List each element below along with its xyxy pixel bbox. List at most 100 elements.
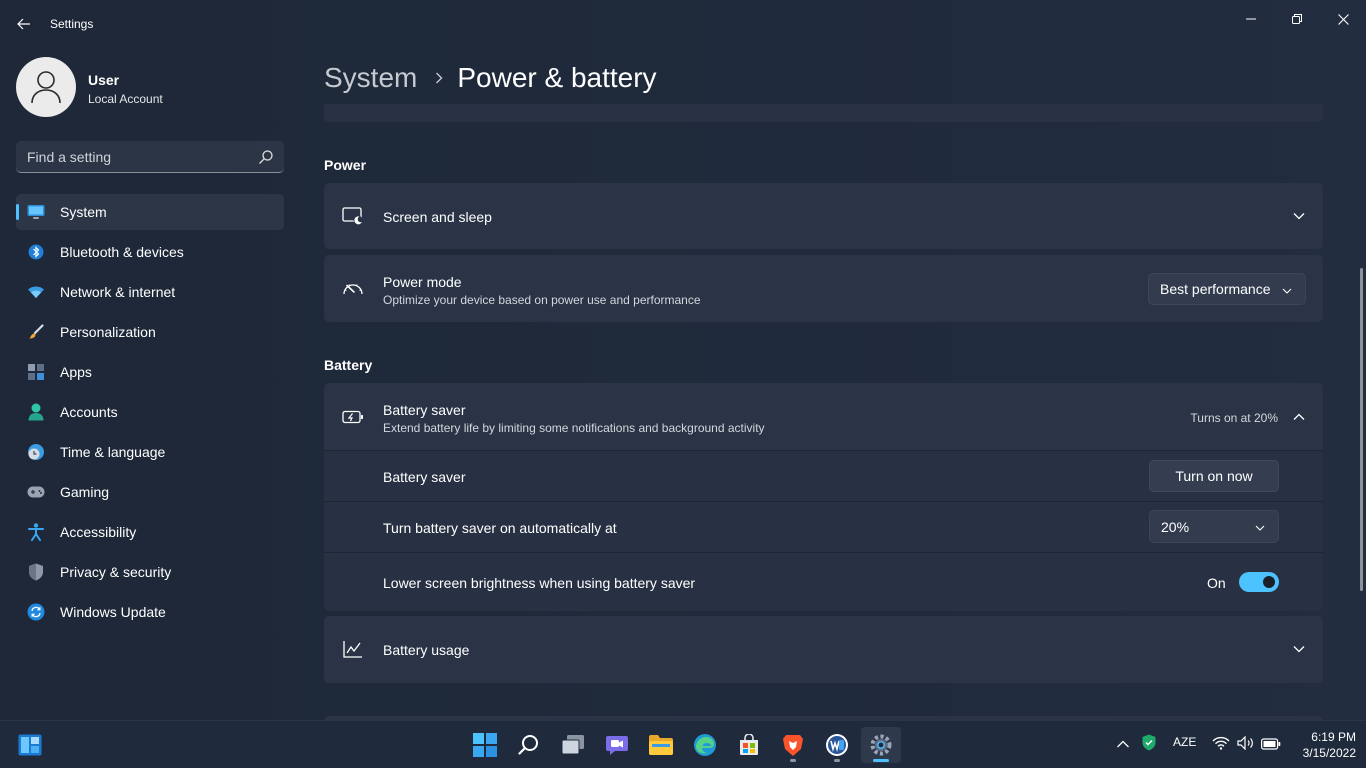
show-hidden-icons-button[interactable] [1116,736,1134,754]
battery-icon [1261,738,1281,750]
card-title: Power mode [383,274,462,290]
card-title: Screen and sleep [383,209,492,225]
chevron-down-icon [1255,525,1265,531]
security-shield-icon [1142,734,1156,751]
chevron-up-icon [1291,409,1307,425]
search-box[interactable] [16,141,284,173]
search-icon [259,150,273,164]
running-indicator [790,759,796,762]
row-label: Turn battery saver on automatically at [383,520,617,536]
power-mode-dropdown[interactable]: Best performance [1148,273,1306,305]
minimize-button[interactable] [1228,4,1274,34]
start-button[interactable] [465,727,505,763]
chevron-down-icon [1282,288,1292,294]
task-view-button[interactable] [553,727,593,763]
breadcrumb-parent-link[interactable]: System [324,62,417,94]
chevron-up-icon [1117,740,1129,748]
screen-sleep-icon [342,205,364,227]
app-title: Settings [50,17,94,31]
store-button[interactable] [729,727,769,763]
brave-icon [783,735,803,756]
file-explorer-button[interactable] [641,727,681,763]
sidebar-item-accessibility[interactable]: Accessibility [16,514,284,550]
wifi-icon [27,283,45,301]
battery-usage-card[interactable]: Battery usage [324,616,1323,683]
chat-button[interactable] [597,727,637,763]
sidebar-item-network[interactable]: Network & internet [16,274,284,310]
content-scroll-area[interactable]: Power Screen and sleep Power mode Optimi… [324,104,1324,720]
input-language[interactable]: AZE [1173,735,1196,749]
close-button[interactable] [1320,4,1366,34]
sidebar-item-system[interactable]: System [16,194,284,230]
bluetooth-icon [27,243,45,261]
monitor-icon [27,203,45,221]
defender-tray-button[interactable] [1142,734,1158,752]
brave-button[interactable] [773,727,813,763]
word-button[interactable] [817,727,857,763]
sidebar-item-label: Personalization [60,324,156,340]
edge-icon [694,734,716,756]
settings-button[interactable] [861,727,901,763]
row-label: Lower screen brightness when using batte… [383,575,696,591]
turn-on-now-button[interactable]: Turn on now [1149,460,1279,492]
card-title: Battery usage [383,642,470,658]
sidebar-item-personalization[interactable]: Personalization [16,314,284,350]
card-title: Battery saver [383,402,466,418]
battery-saver-card-header[interactable]: Battery saver Extend battery life by lim… [324,383,1323,450]
user-card[interactable]: User Local Account [16,57,286,119]
search-icon [518,735,538,755]
sidebar-item-bluetooth[interactable]: Bluetooth & devices [16,234,284,270]
power-mode-card: Power mode Optimize your device based on… [324,255,1323,322]
section-title-battery: Battery [324,357,373,373]
sidebar-item-label: Accessibility [60,524,137,540]
dropdown-value: 20% [1161,518,1190,535]
search-button[interactable] [509,727,549,763]
title-bar: Settings [0,0,1366,48]
battery-tray-button[interactable] [1261,737,1281,751]
toggle-state-label: On [1207,575,1226,591]
screen-sleep-card[interactable]: Screen and sleep [324,183,1323,249]
widgets-button[interactable] [10,727,50,763]
sidebar-item-privacy[interactable]: Privacy & security [16,554,284,590]
brush-icon [27,323,45,341]
chevron-down-icon [1291,641,1307,657]
scrollbar-thumb[interactable] [1360,268,1363,591]
card-subtitle: Extend battery life by limiting some not… [383,421,765,435]
accessibility-icon [27,523,45,541]
sidebar-item-windows-update[interactable]: Windows Update [16,594,284,630]
network-tray-button[interactable] [1212,736,1230,752]
user-name: User [88,72,120,88]
settings-window: Settings User Local Account System Bluet… [0,0,1366,720]
user-icon [31,71,61,104]
sidebar-item-label: Accounts [60,404,118,420]
search-input[interactable] [16,141,246,172]
taskbar: AZE 6:19 PM 3/15/2022 [0,720,1366,768]
toggle-knob [1263,576,1275,588]
maximize-button[interactable] [1274,4,1320,34]
row-label: Battery saver [383,469,466,485]
chat-icon [606,736,628,755]
edge-button[interactable] [685,727,725,763]
auto-threshold-dropdown[interactable]: 20% [1149,510,1279,543]
auto-battery-saver-row: Turn battery saver on automatically at 2… [324,502,1323,552]
lower-brightness-toggle[interactable] [1239,572,1279,592]
sidebar-item-gaming[interactable]: Gaming [16,474,284,510]
sidebar-item-accounts[interactable]: Accounts [16,394,284,430]
avatar [16,57,76,117]
back-button[interactable] [10,10,38,38]
dropdown-value: Best performance [1160,281,1271,297]
sidebar-item-time-language[interactable]: Time & language [16,434,284,470]
page-title: Power & battery [457,62,657,93]
update-icon [27,603,45,621]
sidebar-item-label: Time & language [60,444,166,460]
speaker-icon [1237,735,1253,751]
file-explorer-icon [649,735,673,755]
battery-saver-icon [342,406,364,428]
sidebar-item-apps[interactable]: Apps [16,354,284,390]
clock-date: 3/15/2022 [1302,746,1356,760]
gauge-icon [342,278,364,300]
sidebar-item-label: Gaming [60,484,110,500]
clock[interactable]: 6:19 PM 3/15/2022 [1284,729,1356,761]
volume-tray-button[interactable] [1237,735,1255,752]
gamepad-icon [27,483,45,501]
